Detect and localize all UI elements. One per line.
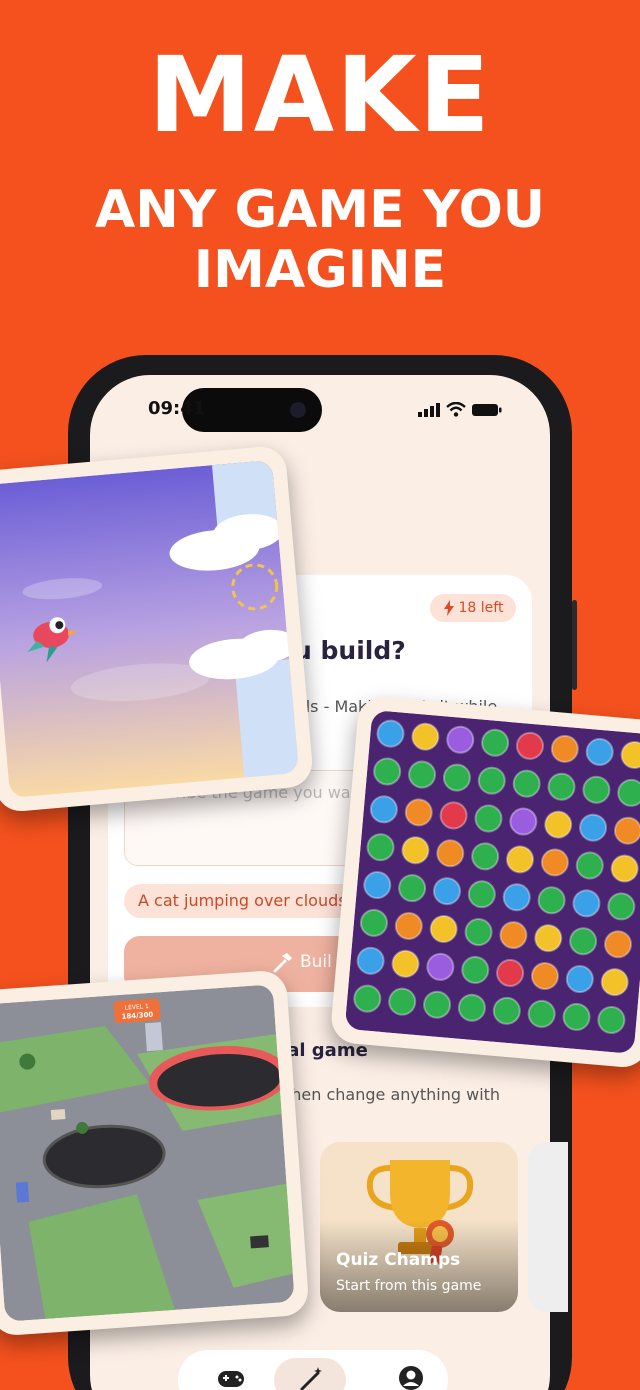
gem-icon [499,921,528,950]
gem-icon [401,836,430,865]
status-time: 09:41 [148,398,206,419]
gem-icon [600,968,629,997]
templates-subheading: then change anything with [285,1085,501,1104]
gem-icon [512,769,541,798]
gem-icon [429,915,458,944]
gem-icon [607,892,636,921]
gem-icon [537,886,566,915]
gem-icon [579,813,608,842]
gem-icon [442,763,471,792]
template-card-next[interactable] [528,1142,568,1312]
gem-icon [408,760,437,789]
gem-icon [474,804,503,833]
gem-icon [461,955,490,984]
gem-icon [373,757,402,786]
gem-icon [547,772,576,801]
profile-icon[interactable] [396,1365,426,1390]
credits-badge: 18 left [430,594,516,622]
gem-icon [398,874,427,903]
gem-icon [376,719,405,748]
gem-icon [509,807,538,836]
gem-icon [502,883,531,912]
hole-scene: LEVEL 1 184/300 [0,984,295,1322]
template-name: Quiz Champs [336,1250,461,1270]
gem-icon [366,833,395,862]
gem-icon [359,908,388,937]
gem-icon [391,949,420,978]
hero-subtitle-line2: IMAGINE [193,240,447,300]
camera-icon [290,402,306,418]
status-icons [418,402,502,417]
gem-icon [496,958,525,987]
gem-icon [426,952,455,981]
gem-icon [527,999,556,1028]
gem-icon [467,880,496,909]
gem-icon [388,987,417,1016]
gem-icon [562,1002,591,1031]
gem-icon [610,854,639,883]
suggestion-chip[interactable]: A cat jumping over clouds [124,884,361,918]
wifi-icon [446,402,466,417]
gem-icon [544,810,573,839]
gem-icon [471,842,500,871]
gem-icon [534,924,563,953]
gem-icon [436,839,465,868]
credits-text: 18 left [458,600,504,616]
create-title: u build? [294,636,406,665]
gem-icon [575,851,604,880]
gem-icon [457,993,486,1022]
hero-subtitle-line1: ANY GAME YOU [94,180,546,240]
gem-icon [506,845,535,874]
gem-icon [530,962,559,991]
gem-icon [572,889,601,918]
battery-icon [472,403,502,416]
gem-icon [356,946,385,975]
hammer-icon [273,953,292,973]
gem-icon [404,798,433,827]
signal-icon [418,402,440,417]
gem-icon [411,722,440,751]
gem-icon [515,731,544,760]
gem-icon [481,728,510,757]
build-button-label: Buil [300,952,332,972]
preview-tile-match3 [329,694,640,1070]
hero-subtitle: ANY GAME YOU IMAGINE [0,180,640,300]
gem-icon [477,766,506,795]
gamepad-icon[interactable] [216,1365,246,1390]
phone-power-button [572,600,577,690]
hero-title: MAKE [148,34,492,156]
gem-icon [446,725,475,754]
preview-tile-flappy [0,444,315,814]
gem-icon [597,1005,626,1034]
magic-wand-icon[interactable] [296,1365,326,1390]
gem-icon [439,801,468,830]
gem-icon [394,911,423,940]
bolt-icon [443,600,454,616]
gem-icon [604,930,633,959]
gem-icon [540,848,569,877]
gem-icon [585,737,614,766]
gem-icon [423,990,452,1019]
template-sub: Start from this game [336,1278,482,1294]
gem-icon [363,871,392,900]
preview-tile-hole: LEVEL 1 184/300 [0,969,310,1337]
gem-icon [569,927,598,956]
gem-icon [550,734,579,763]
gem-icon [582,775,611,804]
build-button-content: Buil [272,951,332,973]
match3-board [344,709,640,1055]
gem-icon [492,996,521,1025]
gem-icon [369,795,398,824]
flappy-scene [0,459,300,799]
gem-icon [432,877,461,906]
gem-icon [353,984,382,1013]
gem-icon [565,965,594,994]
gem-icon [464,918,493,947]
